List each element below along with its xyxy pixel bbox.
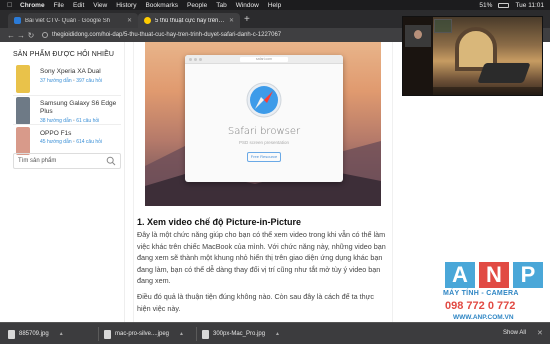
- product-thumbnail[interactable]: [16, 65, 30, 93]
- menu-people[interactable]: People: [187, 2, 207, 9]
- close-icon[interactable]: ✕: [229, 17, 234, 24]
- sidebar-products: SẢN PHẨM ĐƯỢC HỎI NHIỀU Sony Xperia XA D…: [0, 42, 125, 322]
- tab-label: 5 thủ thuật cực hay trên trình: [155, 17, 225, 24]
- logo-website: WWW.ANP.COM.VN: [453, 314, 514, 321]
- menu-help[interactable]: Help: [268, 2, 281, 9]
- mockup-button: Free Resource: [247, 152, 281, 162]
- mockup-title: Safari browser: [227, 126, 301, 137]
- new-tab-button[interactable]: +: [244, 13, 250, 27]
- logo-letter: P: [513, 262, 543, 288]
- product-item[interactable]: OPPO F1s 45 hướng dẫn • 614 câu hỏi: [13, 127, 121, 155]
- forward-button[interactable]: →: [16, 31, 26, 40]
- close-icon[interactable]: ✕: [537, 329, 543, 337]
- menu-history[interactable]: History: [116, 2, 136, 9]
- article-paragraph: Điều đó quả là thuận tiện đúng không nào…: [137, 292, 374, 313]
- download-filename: 885709.jpg: [19, 331, 49, 337]
- product-item[interactable]: Samsung Galaxy S6 Edge Plus 38 hướng dẫn…: [13, 97, 121, 125]
- downloads-bar: 885709.jpg ▲ mac-pro-silve....jpeg ▲ 300…: [0, 322, 550, 344]
- search-placeholder: Tìm sản phẩm: [18, 158, 57, 164]
- menu-tab[interactable]: Tab: [216, 2, 226, 9]
- site-favicon-icon: [144, 17, 151, 24]
- window-titlebar: safari.com: [185, 55, 343, 64]
- tab-label: Bài viết CTV- Quản · Google Sh: [25, 17, 111, 24]
- article-heading: 1. Xem video chế độ Picture-in-Picture: [137, 217, 302, 227]
- download-item[interactable]: 300px-Mac_Pro.jpg ▲: [202, 327, 280, 341]
- back-button[interactable]: ←: [6, 31, 16, 40]
- safari-window-mockup: safari.com Safari browser PSD screen pre…: [185, 55, 343, 182]
- product-meta[interactable]: 45 hướng dẫn • 614 câu hỏi: [40, 139, 102, 145]
- battery-percent: 51%: [479, 1, 493, 9]
- file-icon: [104, 329, 111, 339]
- menu-edit[interactable]: Edit: [73, 2, 84, 9]
- product-thumbnail[interactable]: [16, 97, 30, 125]
- webcam-overlay: [405, 25, 431, 47]
- menu-bar:  Chrome File Edit View History Bookmark…: [0, 0, 550, 10]
- divider: [196, 327, 197, 341]
- tab-article[interactable]: 5 thủ thuật cực hay trên trình ✕: [138, 13, 240, 28]
- minimap: [434, 19, 452, 33]
- product-search-input[interactable]: Tìm sản phẩm: [13, 153, 121, 169]
- divider: [98, 327, 99, 341]
- menu-view[interactable]: View: [93, 2, 107, 9]
- product-item[interactable]: Sony Xperia XA Dual 37 hướng dẫn • 397 c…: [13, 65, 121, 93]
- file-icon: [8, 329, 15, 339]
- search-icon[interactable]: [106, 156, 116, 166]
- logo-letter: A: [445, 262, 475, 288]
- address-bar[interactable]: thegioididong.com/hoi-dap/5-thu-thuat-cu…: [52, 32, 281, 38]
- menu-window[interactable]: Window: [236, 2, 259, 9]
- chevron-up-icon[interactable]: ▲: [59, 331, 64, 337]
- menu-bookmarks[interactable]: Bookmarks: [145, 2, 178, 9]
- show-all-downloads-button[interactable]: Show All: [503, 330, 526, 336]
- battery-icon[interactable]: [498, 2, 510, 8]
- sidebar-title: SẢN PHẨM ĐƯỢC HỎI NHIỀU: [13, 51, 115, 58]
- product-name[interactable]: Samsung Galaxy S6 Edge Plus: [40, 100, 120, 116]
- safari-compass-icon: [246, 82, 282, 118]
- logo-phone: 098 772 0 772: [445, 300, 516, 312]
- product-name[interactable]: Sony Xperia XA Dual: [40, 68, 120, 76]
- mockup-subtitle: PSD screen presentation: [238, 140, 290, 145]
- chevron-up-icon[interactable]: ▲: [179, 331, 184, 337]
- close-icon[interactable]: ✕: [127, 17, 132, 24]
- menu-app[interactable]: Chrome: [20, 2, 45, 9]
- product-thumbnail[interactable]: [16, 127, 30, 155]
- article-paragraph: Đây là một chức năng giúp cho bạn có thể…: [137, 230, 386, 286]
- download-filename: mac-pro-silve....jpeg: [115, 331, 170, 337]
- clock[interactable]: Tue 11:01: [515, 2, 544, 9]
- tab-google-sheets[interactable]: Bài viết CTV- Quản · Google Sh ✕: [8, 13, 138, 28]
- reload-button[interactable]: ↻: [26, 31, 36, 40]
- window-controls: [189, 58, 202, 61]
- file-icon: [202, 329, 209, 339]
- sheets-favicon-icon: [14, 17, 21, 24]
- game-hud: [433, 87, 542, 95]
- divider: [13, 95, 121, 96]
- product-meta[interactable]: 37 hướng dẫn • 397 câu hỏi: [40, 78, 102, 84]
- logo-letter: N: [479, 262, 509, 288]
- weapon: [477, 63, 531, 83]
- divider: [13, 124, 121, 125]
- article-hero-image: safari.com Safari browser PSD screen pre…: [145, 42, 381, 206]
- anp-watermark-logo: A N P MÁY TÍNH - CAMERA 098 772 0 772 WW…: [441, 262, 549, 328]
- download-item[interactable]: 885709.jpg ▲: [8, 327, 64, 341]
- menu-file[interactable]: File: [54, 2, 64, 9]
- logo-tagline: MÁY TÍNH - CAMERA: [443, 290, 519, 297]
- chevron-up-icon[interactable]: ▲: [275, 331, 280, 337]
- mockup-url: safari.com: [240, 57, 288, 62]
- apple-icon[interactable]: : [7, 2, 14, 9]
- picture-in-picture-video[interactable]: [402, 16, 543, 96]
- download-item[interactable]: mac-pro-silve....jpeg ▲: [104, 327, 184, 341]
- product-name[interactable]: OPPO F1s: [40, 130, 120, 138]
- info-icon[interactable]: [42, 32, 48, 38]
- download-filename: 300px-Mac_Pro.jpg: [213, 331, 266, 337]
- article: safari.com Safari browser PSD screen pre…: [133, 42, 393, 322]
